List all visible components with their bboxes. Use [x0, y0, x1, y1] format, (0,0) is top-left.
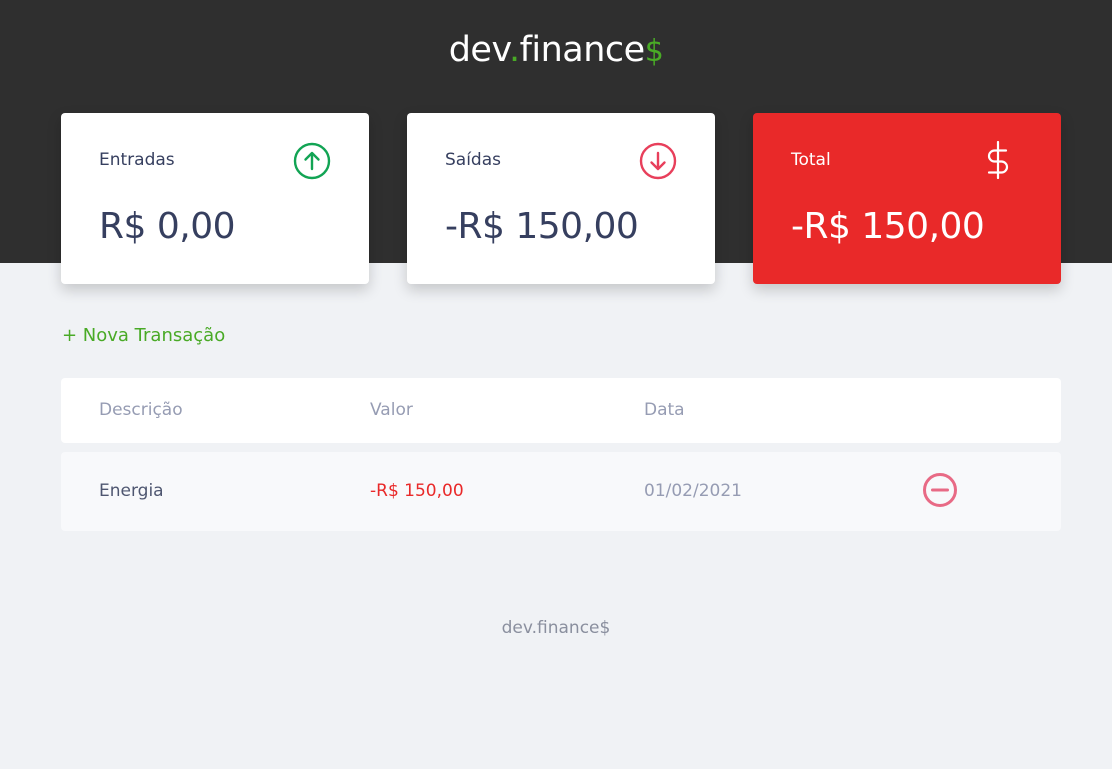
row-date: 01/02/2021 [644, 481, 742, 501]
header-amount: Valor [370, 400, 413, 420]
logo-dollar: $ [644, 34, 664, 69]
expense-value: -R$ 150,00 [445, 206, 639, 247]
table-row: Energia -R$ 150,00 01/02/2021 [61, 452, 1061, 531]
income-value: R$ 0,00 [99, 206, 236, 247]
logo-dot: . [508, 30, 520, 70]
row-amount: -R$ 150,00 [370, 481, 464, 501]
new-transaction-button[interactable]: + Nova Transação [62, 325, 225, 346]
total-value: -R$ 150,00 [791, 206, 985, 247]
expense-card: Saídas -R$ 150,00 [407, 113, 715, 284]
table-header: Descrição Valor Data [61, 378, 1061, 443]
arrow-up-circle-icon [293, 142, 331, 180]
logo-main: dev [448, 30, 510, 70]
row-description: Energia [99, 481, 164, 501]
income-label: Entradas [99, 150, 175, 170]
header-description: Descrição [99, 400, 183, 420]
arrow-down-circle-icon [639, 142, 677, 180]
total-card: Total -R$ 150,00 [753, 113, 1061, 284]
header-date: Data [644, 400, 685, 420]
logo-rest: finance [519, 30, 646, 70]
remove-transaction-icon[interactable] [921, 471, 959, 509]
total-label: Total [791, 150, 831, 170]
dollar-sign-icon [979, 140, 1017, 180]
expense-label: Saídas [445, 150, 501, 170]
income-card: Entradas R$ 0,00 [61, 113, 369, 284]
app-logo: dev.finance$ [0, 30, 1112, 70]
page-footer: dev.finance$ [501, 618, 611, 638]
